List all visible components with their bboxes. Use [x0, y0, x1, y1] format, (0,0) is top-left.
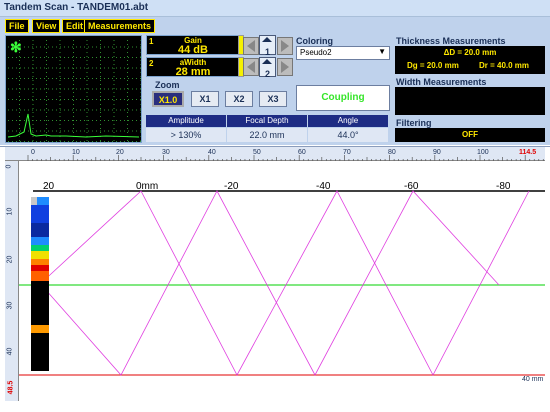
hruler-label-20: 20 — [116, 149, 124, 156]
vruler-label-20: 20 — [6, 255, 14, 264]
horizontal-ruler-ticks — [27, 155, 544, 161]
arrow-right-button[interactable] — [277, 37, 293, 55]
thickness-dr: Dr = 40.0 mm — [479, 61, 530, 70]
hruler-label-80: 80 — [388, 149, 396, 156]
focal-depth-value: 22.0 mm — [227, 128, 307, 142]
scan-label-minus-40: -40 — [316, 181, 331, 192]
coupling-indicator: Coupling — [296, 85, 390, 111]
arrow-up-icon — [262, 59, 272, 64]
zoom-x2-button[interactable]: X2 — [225, 91, 253, 107]
window-title: Tandem Scan - TANDEM01.abt — [4, 2, 149, 13]
vertical-ruler: 0 10 20 30 40 48.5 — [5, 161, 19, 401]
width-measurements-panel — [395, 87, 545, 115]
angle-value: 44.0° — [308, 128, 388, 142]
hruler-label-90: 90 — [433, 149, 441, 156]
amplitude-value: > 130% — [146, 128, 226, 142]
scan-label-0mm: 0mm — [136, 181, 159, 192]
coloring-label: Coloring — [296, 36, 333, 46]
vruler-end-label: 48.5 — [7, 380, 15, 395]
arrow-right-icon — [281, 61, 289, 73]
thickness-panel: ΔD = 20.0 mm Dg = 20.0 mm Dr = 40.0 mm — [395, 46, 545, 74]
coloring-select[interactable]: Pseudo2 ▼ — [296, 46, 390, 60]
hruler-label-0: 0 — [31, 149, 35, 156]
hruler-label-70: 70 — [343, 149, 351, 156]
coloring-value: Pseudo2 — [300, 48, 332, 57]
arrow-left-icon — [247, 40, 255, 52]
thickness-dg: Dg = 20.0 mm — [407, 61, 459, 70]
tandem-ray-path-1 — [38, 190, 530, 376]
angle-header: Angle — [308, 115, 388, 127]
thickness-delta: ΔD = 20.0 mm — [443, 48, 497, 57]
hruler-end-label: 114.5 — [519, 149, 537, 156]
gain-control[interactable]: 1 Gain 44 dB — [146, 35, 240, 56]
zoom-label: Zoom — [155, 80, 180, 90]
vruler-label-0: 0 — [5, 164, 13, 169]
up-button-2-label: 2 — [264, 69, 270, 79]
arrow-up-icon — [262, 37, 272, 42]
menu-measurements[interactable]: Measurements — [84, 19, 156, 33]
filtering-value[interactable]: OFF — [395, 128, 545, 142]
arrow-left-button[interactable] — [243, 37, 259, 55]
vruler-label-40: 40 — [6, 347, 14, 356]
width-measurements-label: Width Measurements — [396, 77, 487, 87]
up-button-1-label: 1 — [264, 47, 270, 57]
hruler-label-60: 60 — [298, 149, 306, 156]
menu-view[interactable]: View — [32, 19, 61, 33]
zoom-x1-0-button[interactable]: X1.0 — [152, 91, 184, 107]
b-scan-canvas[interactable] — [19, 161, 545, 401]
depth-label: 40 mm — [522, 376, 544, 383]
up-button-2[interactable]: 2 — [259, 57, 276, 79]
arrow-right-icon — [281, 40, 289, 52]
hruler-label-40: 40 — [208, 149, 216, 156]
a-scan-display[interactable]: ✻ — [5, 35, 142, 143]
zoom-x1-button[interactable]: X1 — [191, 91, 219, 107]
focal-depth-header: Focal Depth — [227, 115, 307, 127]
awidth-control[interactable]: 2 aWidth 28 mm — [146, 57, 240, 78]
horizontal-ruler: 0 10 20 30 40 50 60 70 80 90 100 114.5 — [5, 147, 545, 161]
scan-label-20: 20 — [43, 181, 55, 192]
thickness-label: Thickness Measurements — [396, 36, 506, 46]
hruler-label-100: 100 — [477, 149, 489, 156]
vruler-label-10: 10 — [6, 207, 14, 216]
scan-label-minus-20: -20 — [224, 181, 239, 192]
snowflake-icon[interactable]: ✻ — [10, 39, 22, 56]
hruler-label-50: 50 — [253, 149, 261, 156]
hruler-label-30: 30 — [162, 149, 170, 156]
up-button-1[interactable]: 1 — [259, 35, 276, 57]
amplitude-color-bar — [31, 197, 49, 371]
filtering-label: Filtering — [396, 118, 432, 128]
tandem-ray-path-2 — [44, 190, 500, 376]
gain-value: 44 dB — [178, 44, 208, 56]
title-bar: Tandem Scan - TANDEM01.abt — [0, 0, 550, 17]
awidth-value: 28 mm — [175, 66, 211, 78]
hruler-label-10: 10 — [72, 149, 80, 156]
scan-label-minus-80: -80 — [496, 181, 511, 192]
menu-file[interactable]: File — [5, 19, 29, 33]
arrow-right-button-2[interactable] — [277, 58, 293, 76]
scan-label-minus-60: -60 — [404, 181, 419, 192]
a-scan-grid — [7, 40, 141, 142]
vruler-label-30: 30 — [6, 301, 14, 310]
chevron-down-icon: ▼ — [378, 47, 386, 56]
arrow-left-button-2[interactable] — [243, 58, 259, 76]
arrow-left-icon — [247, 61, 255, 73]
amplitude-header: Amplitude — [146, 115, 226, 127]
zoom-x3-button[interactable]: X3 — [259, 91, 287, 107]
